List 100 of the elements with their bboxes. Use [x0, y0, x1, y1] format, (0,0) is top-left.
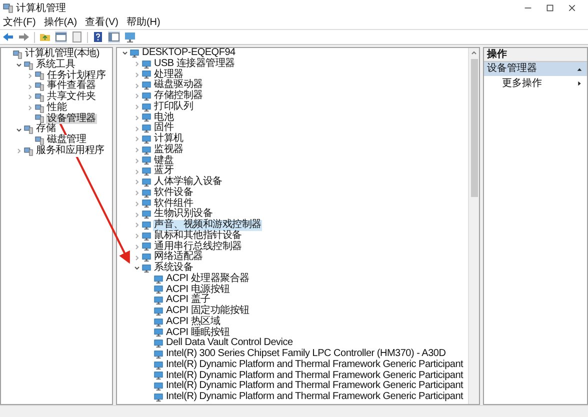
tree-item[interactable]: ACPI 处理器聚合器 — [165, 274, 250, 284]
tree-item[interactable]: 声音、视频和游戏控制器 — [153, 220, 262, 231]
monitor-icon — [142, 70, 151, 80]
computer-icon — [35, 92, 44, 102]
back-icon[interactable] — [2, 31, 14, 43]
monitor-icon — [142, 242, 151, 252]
tree-item[interactable]: ACPI 睡眠按钮 — [165, 328, 231, 338]
folder-icon[interactable] — [39, 31, 51, 43]
chevron-icon[interactable] — [15, 126, 23, 134]
scrollbar[interactable] — [468, 48, 479, 404]
monitor-icon — [142, 178, 151, 187]
monitor-icon — [142, 81, 151, 90]
chevron-icon[interactable] — [121, 49, 129, 58]
tree-item[interactable]: ACPI 盖子 — [165, 295, 212, 306]
monitor-icon — [154, 296, 163, 306]
chevron-icon[interactable] — [15, 61, 23, 70]
tree-item[interactable]: 网络适配器 — [153, 252, 204, 263]
properties-icon[interactable] — [71, 31, 83, 43]
tree-item[interactable]: 事件查看器 — [46, 81, 97, 92]
tree-item[interactable]: 设备管理器 — [46, 114, 97, 124]
monitor-icon — [154, 350, 163, 359]
tree-item[interactable]: 计算机 — [153, 134, 184, 145]
tree-item[interactable]: 监视器 — [153, 144, 184, 156]
pane-header: 操作 — [484, 48, 587, 62]
monitor-icon — [142, 220, 151, 230]
scroll-up-icon[interactable] — [470, 49, 478, 57]
computer-icon — [35, 136, 44, 145]
tree-item[interactable]: DESKTOP-EQEQF94 — [141, 48, 236, 59]
monitor-icon — [142, 199, 151, 208]
monitor-icon — [142, 253, 151, 262]
tree-item[interactable]: Intel(R) Dynamic Platform and Thermal Framework Generic Participant — [165, 392, 464, 403]
tree-item[interactable]: ACPI 热区域 — [165, 316, 222, 328]
monitor-icon — [142, 264, 151, 273]
menu-item[interactable]: 文件(F) — [3, 15, 36, 29]
monitor-icon — [142, 60, 151, 69]
tree-item[interactable]: 鼠标和其他指针设备 — [153, 230, 243, 242]
tree-item[interactable]: 处理器 — [153, 70, 184, 80]
section-header[interactable]: 设备管理器 — [484, 62, 587, 76]
tree-item[interactable]: 服务和应用程序 — [35, 146, 106, 156]
tree-item[interactable]: 存储 — [35, 124, 56, 135]
tree-item[interactable]: 软件设备 — [153, 188, 194, 198]
tree-item[interactable]: Intel(R) Dynamic Platform and Thermal Framework Generic Participant — [165, 381, 464, 392]
tree-item[interactable]: 共享文件夹 — [46, 92, 97, 103]
monitor-icon — [154, 392, 163, 402]
tree-item[interactable]: 系统设备 — [153, 263, 194, 274]
tree-item[interactable]: 打印队列 — [153, 102, 194, 112]
help-icon[interactable] — [92, 31, 104, 43]
tree-item[interactable]: Intel(R) Dynamic Platform and Thermal Framework Generic Participant — [165, 370, 464, 382]
monitor-icon — [154, 274, 163, 284]
action-link[interactable]: 更多操作 — [502, 78, 542, 89]
tree-item[interactable]: 固件 — [153, 123, 174, 134]
computer-icon — [13, 50, 22, 59]
monitor-icon — [154, 339, 163, 348]
monitor-icon — [142, 156, 151, 166]
tree-item[interactable]: 计算机管理(本地) — [24, 49, 100, 60]
window-title: 计算机管理 — [16, 2, 66, 14]
monitor-icon — [154, 328, 163, 338]
chevron-icon[interactable] — [133, 264, 141, 272]
monitor-icon — [142, 134, 151, 144]
monitor-icon — [154, 306, 163, 316]
tree-item[interactable]: Intel(R) 300 Series Chipset Family LPC Controller (HM370) - A30D — [165, 349, 447, 360]
monitor-icon — [154, 360, 163, 370]
tree-item[interactable]: 系统工具 — [35, 60, 76, 70]
menu-item[interactable]: 帮助(H) — [126, 15, 160, 29]
monitor-icon[interactable] — [124, 31, 136, 43]
tree-item[interactable]: 人体学输入设备 — [153, 177, 224, 188]
tree-item[interactable]: 蓝牙 — [153, 166, 174, 177]
monitor-icon — [142, 146, 151, 155]
computer-icon — [35, 104, 44, 113]
tree-item[interactable]: 电池 — [153, 112, 174, 124]
tree-item[interactable]: 生物识别设备 — [153, 209, 214, 220]
monitor-icon — [154, 371, 163, 380]
menu-item[interactable]: 查看(V) — [85, 15, 118, 29]
forward-icon[interactable] — [18, 31, 30, 43]
monitor-icon — [154, 285, 163, 294]
pane-icon[interactable] — [55, 31, 67, 43]
tree-item[interactable]: Intel(R) Dynamic Platform and Thermal Framework Generic Participant — [165, 360, 464, 370]
monitor-icon — [142, 92, 151, 101]
scrollbar-thumb[interactable] — [470, 59, 478, 197]
monitor-icon — [142, 124, 151, 134]
maximize-icon[interactable] — [546, 4, 554, 12]
computer-icon — [24, 125, 33, 134]
tree-item[interactable]: 磁盘管理 — [46, 135, 87, 146]
monitor-icon — [142, 102, 151, 112]
tree-item[interactable]: 磁盘驱动器 — [153, 80, 204, 91]
computer-icon — [35, 114, 44, 124]
monitor-icon — [142, 232, 151, 241]
computer-icon — [35, 71, 44, 80]
submenu-arrow-icon — [576, 80, 583, 87]
collapse-icon[interactable] — [576, 66, 583, 72]
computer-icon — [24, 146, 33, 156]
tree-item[interactable]: ACPI 固定功能按钮 — [165, 306, 250, 317]
monitor-icon — [142, 167, 151, 176]
close-icon[interactable] — [568, 4, 576, 12]
tree-item[interactable]: USB 连接器管理器 — [153, 58, 236, 70]
tree-item[interactable]: 存储控制器 — [153, 91, 204, 102]
menu-item[interactable]: 操作(A) — [44, 15, 78, 29]
tree-item[interactable]: 性能 — [46, 102, 68, 114]
monitor-icon — [142, 113, 151, 122]
pane-icon[interactable] — [108, 31, 120, 43]
